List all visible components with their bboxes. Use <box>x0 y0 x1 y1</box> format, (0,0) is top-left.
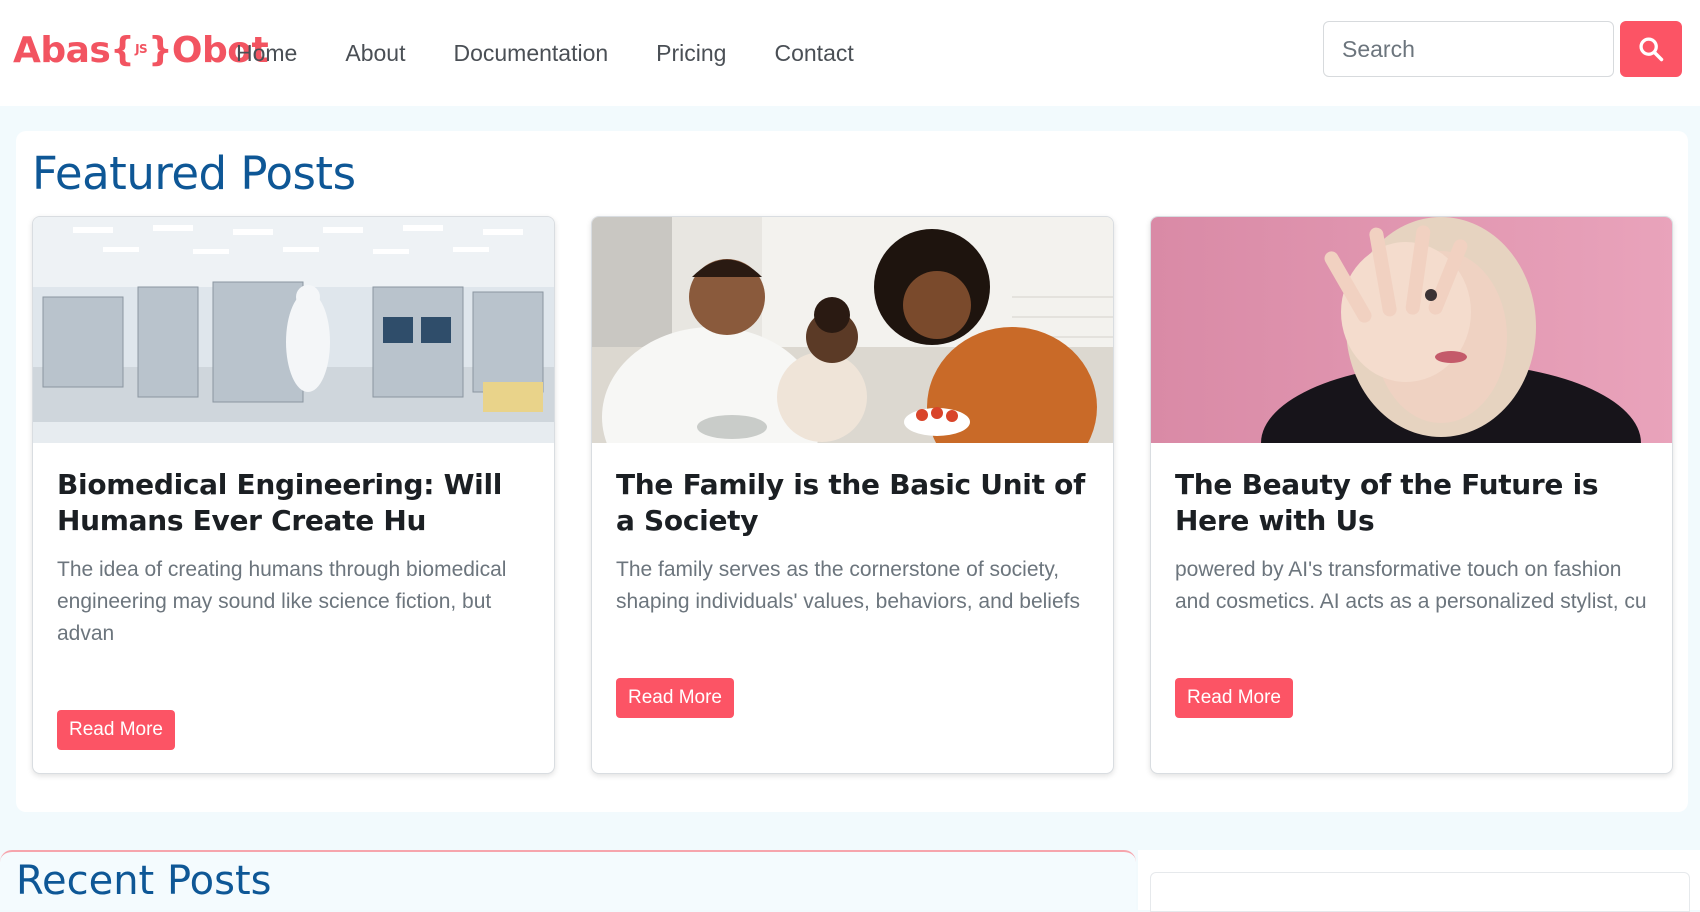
nav-pricing[interactable]: Pricing <box>656 40 726 67</box>
nav-about[interactable]: About <box>345 40 405 67</box>
featured-posts-section: Featured Posts Biomedical Engineering: W… <box>16 131 1688 812</box>
post-excerpt: The idea of creating humans through biom… <box>57 558 507 645</box>
read-more-button[interactable]: Read More <box>57 710 175 750</box>
nav-contact[interactable]: Contact <box>774 40 853 67</box>
logo-js: JS <box>135 42 148 56</box>
post-excerpt: powered by AI's transformative touch on … <box>1175 558 1647 613</box>
nav-documentation[interactable]: Documentation <box>453 40 608 67</box>
logo-text-left: Abas <box>13 29 111 71</box>
sidebar-widget <box>1150 872 1690 912</box>
nav-home[interactable]: Home <box>236 40 297 67</box>
featured-posts-title: Featured Posts <box>32 147 356 200</box>
logo-brace-open: { <box>110 30 135 70</box>
search-button[interactable] <box>1620 21 1682 77</box>
post-title[interactable]: Biomedical Engineering: Will Humans Ever… <box>57 467 527 539</box>
site-logo[interactable]: Abas { JS } Obot <box>13 27 269 73</box>
post-card: Biomedical Engineering: Will Humans Ever… <box>32 216 555 774</box>
main-nav: Home About Documentation Pricing Contact <box>236 33 902 73</box>
post-excerpt: The family serves as the cornerstone of … <box>616 558 1080 613</box>
recent-posts-title: Recent Posts <box>16 858 272 904</box>
post-card: The Family is the Basic Unit of a Societ… <box>591 216 1114 774</box>
post-image-beauty[interactable] <box>1151 217 1672 443</box>
read-more-button[interactable]: Read More <box>616 678 734 718</box>
post-card: The Beauty of the Future is Here with Us… <box>1150 216 1673 774</box>
post-title[interactable]: The Family is the Basic Unit of a Societ… <box>616 467 1086 539</box>
logo-brace-close: } <box>148 30 172 70</box>
search-icon <box>1639 37 1664 62</box>
recent-posts-section: Recent Posts <box>0 850 1136 910</box>
sidebar-panel <box>1138 850 1700 912</box>
search-input[interactable] <box>1323 21 1614 77</box>
navbar: Abas { JS } Obot Home About Documentatio… <box>0 0 1700 106</box>
post-title[interactable]: The Beauty of the Future is Here with Us <box>1175 467 1645 539</box>
post-image-family[interactable] <box>592 217 1113 443</box>
post-image-lab[interactable] <box>33 217 554 443</box>
read-more-button[interactable]: Read More <box>1175 678 1293 718</box>
